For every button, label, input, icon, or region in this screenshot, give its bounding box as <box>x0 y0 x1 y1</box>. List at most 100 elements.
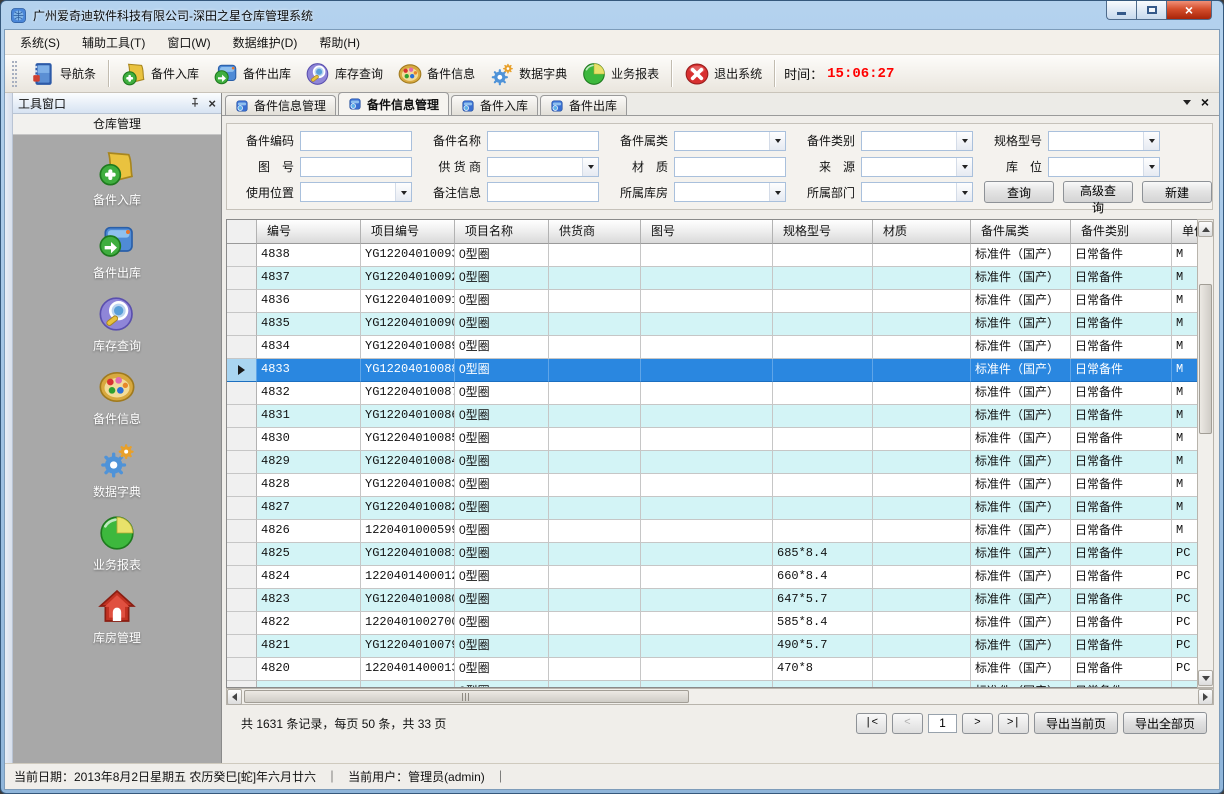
table-row[interactable]: 4837YG122040100920型圈标准件（国产）日常备件M <box>227 267 1197 290</box>
last-page-button[interactable]: >| <box>998 713 1029 734</box>
dropdown-arrow-icon[interactable] <box>956 132 972 150</box>
sidebar-item-parts-out[interactable]: 备件出库 <box>13 221 221 281</box>
sidebar-item-parts-info[interactable]: 备件信息 <box>13 367 221 427</box>
field-material[interactable] <box>674 157 786 177</box>
table-row[interactable]: 482612204010005990型圈标准件（国产）日常备件M <box>227 520 1197 543</box>
table-row[interactable]: 4835YG122040100900型圈标准件（国产）日常备件M <box>227 313 1197 336</box>
advanced-query-button[interactable]: 高级查询 <box>1063 181 1133 203</box>
toolbar-grip[interactable] <box>12 61 17 87</box>
field-department[interactable] <box>861 182 973 202</box>
table-row[interactable]: 482212204010027000型圈585*8.4标准件（国产）日常备件PC <box>227 612 1197 635</box>
field-remark[interactable] <box>487 182 599 202</box>
menu-item-system[interactable]: 系统(S) <box>9 30 71 55</box>
export-all-pages-button[interactable]: 导出全部页 <box>1123 712 1207 734</box>
table-row[interactable]: 4834YG122040100890型圈标准件（国产）日常备件M <box>227 336 1197 359</box>
table-row[interactable]: 4830YG122040100850型圈标准件（国产）日常备件M <box>227 428 1197 451</box>
export-current-page-button[interactable]: 导出当前页 <box>1034 712 1118 734</box>
tab-2[interactable]: 备件信息管理 <box>338 92 449 115</box>
first-page-button[interactable]: |< <box>856 713 887 734</box>
new-button[interactable]: 新建 <box>1142 181 1212 203</box>
sidebar-close-icon[interactable]: × <box>208 97 216 110</box>
scroll-right-icon[interactable] <box>1198 689 1213 705</box>
toolbar-report-button[interactable]: 业务报表 <box>574 58 666 90</box>
minimize-button[interactable] <box>1106 1 1136 20</box>
field-location[interactable] <box>1048 157 1160 177</box>
toolbar-data-dict-button[interactable]: 数据字典 <box>482 58 574 90</box>
column-header-project-name[interactable]: 项目名称 <box>455 220 549 244</box>
page-number-input[interactable] <box>928 714 957 733</box>
vertical-scroll-thumb[interactable] <box>1199 284 1212 434</box>
column-header-material[interactable]: 材质 <box>873 220 971 244</box>
table-row[interactable]: 4829YG122040100840型圈标准件（国产）日常备件M <box>227 451 1197 474</box>
column-header-unit[interactable]: 单位 <box>1172 220 1197 244</box>
tab-close-icon[interactable]: × <box>1201 95 1209 109</box>
menu-item-tools[interactable]: 辅助工具(T) <box>71 30 156 55</box>
title-bar[interactable]: 广州爱奇迪软件科技有限公司-深田之星仓库管理系统 × <box>4 1 1220 29</box>
table-row[interactable]: 0型圈标准件（国产）日常备件 <box>227 681 1197 688</box>
toolbar-inventory-query-button[interactable]: 库存查询 <box>298 58 390 90</box>
toolbar-exit-button[interactable]: 退出系统 <box>677 58 769 90</box>
dropdown-arrow-icon[interactable] <box>769 132 785 150</box>
table-row[interactable]: 4833YG122040100880型圈标准件（国产）日常备件M <box>227 359 1197 382</box>
scroll-up-icon[interactable] <box>1198 221 1213 237</box>
table-row[interactable]: 4827YG122040100820型圈标准件（国产）日常备件M <box>227 497 1197 520</box>
column-header-indicator[interactable] <box>227 220 257 244</box>
sidebar-item-report[interactable]: 业务报表 <box>13 513 221 573</box>
toolbar-navbar-button[interactable]: 导航条 <box>23 58 103 90</box>
tab-4[interactable]: 备件出库 <box>540 95 627 115</box>
vertical-scrollbar[interactable] <box>1197 219 1214 688</box>
sidebar-item-data-dict[interactable]: 数据字典 <box>13 440 221 500</box>
table-row[interactable]: 4821YG122040100790型圈490*5.7标准件（国产）日常备件PC <box>227 635 1197 658</box>
dropdown-arrow-icon[interactable] <box>769 183 785 201</box>
field-warehouse[interactable] <box>674 182 786 202</box>
column-header-category[interactable]: 备件属类 <box>971 220 1071 244</box>
maximize-button[interactable] <box>1136 1 1166 20</box>
prev-page-button[interactable]: < <box>892 713 923 734</box>
next-page-button[interactable]: > <box>962 713 993 734</box>
close-button[interactable]: × <box>1166 1 1212 20</box>
toolbar-parts-out-button[interactable]: 备件出库 <box>206 58 298 90</box>
tab-3[interactable]: 备件入库 <box>451 95 538 115</box>
table-row[interactable]: 4823YG122040100800型圈647*5.7标准件（国产）日常备件PC <box>227 589 1197 612</box>
menu-item-help[interactable]: 帮助(H) <box>308 30 371 55</box>
column-header-project-no[interactable]: 项目编号 <box>361 220 455 244</box>
field-spec-model[interactable] <box>1048 131 1160 151</box>
dropdown-arrow-icon[interactable] <box>582 158 598 176</box>
pin-icon[interactable] <box>189 97 201 109</box>
dropdown-arrow-icon[interactable] <box>395 183 411 201</box>
table-row[interactable]: 4831YG122040100860型圈标准件（国产）日常备件M <box>227 405 1197 428</box>
column-header-class[interactable]: 备件类别 <box>1071 220 1172 244</box>
table-row[interactable]: 482412204014000120型圈660*8.4标准件（国产）日常备件PC <box>227 566 1197 589</box>
sidebar-item-inventory-query[interactable]: 库存查询 <box>13 294 221 354</box>
field-supplier[interactable] <box>487 157 599 177</box>
table-row[interactable]: 4832YG122040100870型圈标准件（国产）日常备件M <box>227 382 1197 405</box>
toolbar-parts-in-button[interactable]: 备件入库 <box>114 58 206 90</box>
tab-list-dropdown-icon[interactable] <box>1183 100 1191 109</box>
dropdown-arrow-icon[interactable] <box>956 183 972 201</box>
field-part-name[interactable] <box>487 131 599 151</box>
sidebar-item-parts-in[interactable]: 备件入库 <box>13 148 221 208</box>
table-row[interactable]: 4828YG122040100830型圈标准件（国产）日常备件M <box>227 474 1197 497</box>
dropdown-arrow-icon[interactable] <box>1143 132 1159 150</box>
menu-item-data-maintenance[interactable]: 数据维护(D) <box>222 30 309 55</box>
query-button[interactable]: 查询 <box>984 181 1054 203</box>
sidebar-item-warehouse-mgmt[interactable]: 库房管理 <box>13 586 221 646</box>
field-part-code[interactable] <box>300 131 412 151</box>
dropdown-arrow-icon[interactable] <box>1143 158 1159 176</box>
table-row[interactable]: 4836YG122040100910型圈标准件（国产）日常备件M <box>227 290 1197 313</box>
table-row[interactable]: 482012204014000130型圈470*8标准件（国产）日常备件PC <box>227 658 1197 681</box>
column-header-drawing-no[interactable]: 图号 <box>641 220 773 244</box>
toolbar-parts-info-button[interactable]: 备件信息 <box>390 58 482 90</box>
field-source[interactable] <box>861 157 973 177</box>
scroll-down-icon[interactable] <box>1198 670 1213 686</box>
table-row[interactable]: 4838YG122040100930型圈标准件（国产）日常备件M <box>227 244 1197 267</box>
horizontal-scrollbar[interactable] <box>226 688 1214 705</box>
dropdown-arrow-icon[interactable] <box>956 158 972 176</box>
field-part-class[interactable] <box>861 131 973 151</box>
horizontal-scroll-thumb[interactable] <box>244 690 689 703</box>
column-header-spec[interactable]: 规格型号 <box>773 220 873 244</box>
table-row[interactable]: 4825YG122040100810型圈685*8.4标准件（国产）日常备件PC <box>227 543 1197 566</box>
menu-item-window[interactable]: 窗口(W) <box>156 30 221 55</box>
field-part-category[interactable] <box>674 131 786 151</box>
tab-1[interactable]: 备件信息管理 <box>225 95 336 115</box>
